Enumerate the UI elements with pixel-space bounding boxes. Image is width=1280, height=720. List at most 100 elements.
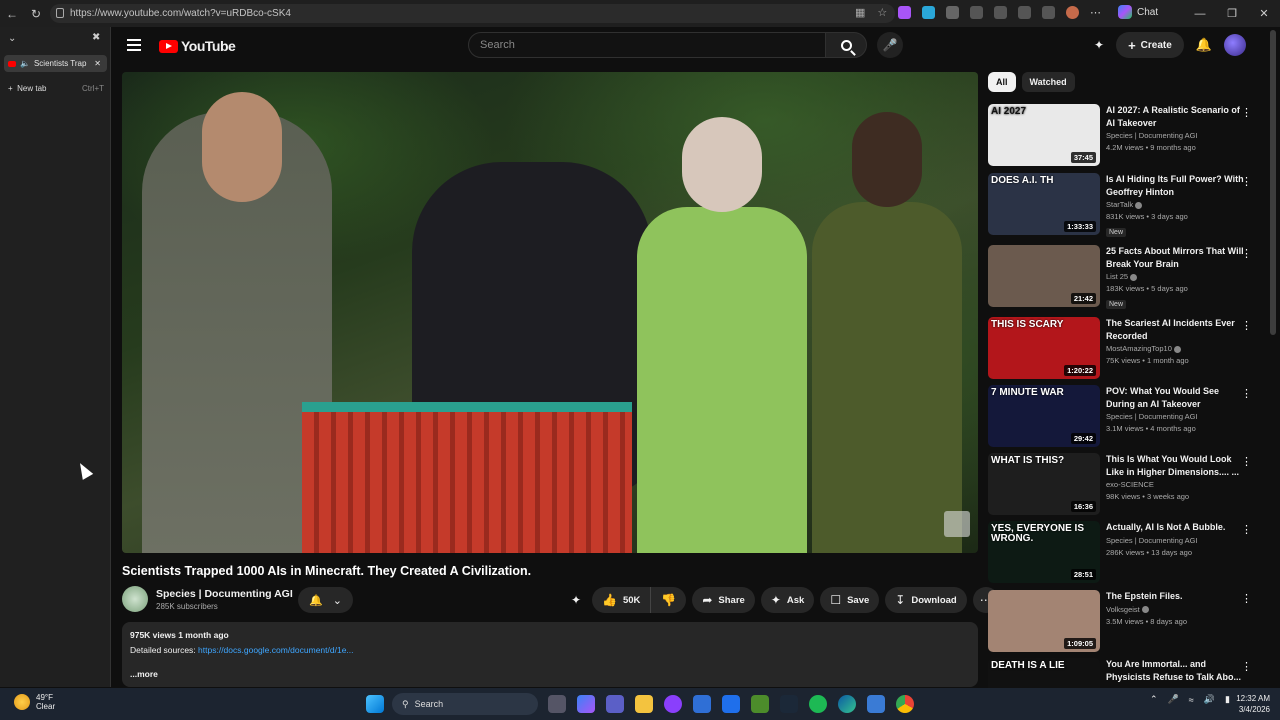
- video-thumbnail[interactable]: 21:42: [988, 245, 1100, 307]
- show-more-button[interactable]: ...more: [130, 669, 970, 679]
- app-available-icon[interactable]: ▦: [855, 6, 865, 19]
- file-explorer-icon[interactable]: [635, 695, 653, 713]
- reload-icon[interactable]: ↻: [24, 0, 48, 27]
- more-options-icon[interactable]: ⋮: [1241, 455, 1252, 468]
- extension-icon[interactable]: [922, 6, 935, 19]
- search-input[interactable]: Search: [468, 32, 826, 58]
- recommended-channel[interactable]: List 25: [1106, 272, 1128, 281]
- video-thumbnail[interactable]: 1:09:05: [988, 590, 1100, 652]
- recommended-channel[interactable]: Species | Documenting AGI: [1106, 536, 1198, 545]
- share-button[interactable]: ➦ Share: [692, 587, 755, 613]
- recommended-video[interactable]: WHAT IS THIS? 16:36 This Is What You Would…: [988, 453, 1260, 515]
- chevron-up-icon[interactable]: ⌃: [1150, 694, 1158, 705]
- close-icon[interactable]: ✕: [1248, 0, 1280, 27]
- recommended-video[interactable]: DOES A.I. TH 1:33:33 Is AI Hiding Its Full…: [988, 173, 1260, 238]
- recommended-channel[interactable]: Species | Documenting AGI: [1106, 412, 1198, 421]
- notepad-icon[interactable]: [867, 695, 885, 713]
- video-thumbnail[interactable]: WHAT IS THIS? 16:36: [988, 453, 1100, 515]
- recommended-channel[interactable]: Species | Documenting AGI: [1106, 131, 1198, 140]
- recommended-video[interactable]: 7 MINUTE WAR 29:42 POV: What You Would See…: [988, 385, 1260, 447]
- favorite-star-icon[interactable]: ☆: [877, 6, 887, 19]
- more-options-icon[interactable]: ⋮: [1241, 247, 1252, 260]
- more-options-icon[interactable]: ⋮: [1241, 660, 1252, 673]
- mic-icon[interactable]: 🎤: [1168, 694, 1179, 705]
- recommended-title[interactable]: Is AI Hiding Its Full Power? With Geoffr…: [1106, 173, 1246, 198]
- more-options-icon[interactable]: ⋮: [1241, 319, 1252, 332]
- new-tab-button[interactable]: + New tab Ctrl+T: [8, 84, 104, 93]
- recommended-title[interactable]: The Scariest AI Incidents Ever Recorded: [1106, 317, 1246, 342]
- profile-icon[interactable]: [1066, 6, 1079, 19]
- extensions-puzzle-icon[interactable]: [970, 6, 983, 19]
- back-icon[interactable]: ←: [0, 0, 24, 27]
- shield-icon[interactable]: [946, 6, 959, 19]
- channel-name[interactable]: Species | Documenting AGI: [156, 588, 293, 600]
- recommended-title[interactable]: POV: What You Would See During an AI Tak…: [1106, 385, 1246, 410]
- minecraft-icon[interactable]: [751, 695, 769, 713]
- more-options-icon[interactable]: ⋮: [1241, 175, 1252, 188]
- address-bar[interactable]: https://www.youtube.com/watch?v=uRDBco-c…: [50, 4, 895, 23]
- menu-icon[interactable]: [127, 39, 141, 51]
- speaker-icon[interactable]: 🔈: [20, 59, 30, 68]
- chrome-icon[interactable]: [896, 695, 914, 713]
- weather-widget[interactable]: 49°F Clear: [14, 693, 55, 711]
- spotify-icon[interactable]: [809, 695, 827, 713]
- recommended-video[interactable]: 21:42 25 Facts About Mirrors That Will Br…: [988, 245, 1260, 310]
- task-view-icon[interactable]: [548, 695, 566, 713]
- pin-icon[interactable]: ✖: [92, 32, 100, 43]
- voice-search-button[interactable]: 🎤: [877, 32, 903, 58]
- windows-start-icon[interactable]: [366, 695, 384, 713]
- clock[interactable]: 12:32 AM 3/4/2026: [1228, 693, 1270, 715]
- scrollbar[interactable]: [1270, 30, 1276, 335]
- channel-avatar[interactable]: [122, 586, 148, 612]
- video-player[interactable]: [122, 72, 978, 553]
- ai-summary-icon[interactable]: ✦: [566, 587, 586, 613]
- messenger-icon[interactable]: [664, 695, 682, 713]
- store-icon[interactable]: [722, 695, 740, 713]
- download-button[interactable]: ↧ Download: [885, 587, 967, 613]
- more-options-icon[interactable]: ⋮: [1241, 592, 1252, 605]
- subscription-notifications-button[interactable]: 🔔 ⌄: [298, 587, 353, 613]
- notifications-bell-icon[interactable]: 🔔: [1196, 37, 1212, 53]
- collapse-tabs-icon[interactable]: ⌄: [8, 33, 16, 44]
- recommended-video[interactable]: AI 2027 37:45 AI 2027: A Realistic Scenari…: [988, 104, 1260, 166]
- more-options-icon[interactable]: ⋮: [1241, 387, 1252, 400]
- recommended-channel[interactable]: StarTalk: [1106, 200, 1133, 209]
- chip-all[interactable]: All: [988, 72, 1016, 92]
- volume-icon[interactable]: 🔊: [1204, 694, 1215, 705]
- minimize-icon[interactable]: —: [1184, 0, 1216, 27]
- wifi-icon[interactable]: ≈: [1189, 695, 1194, 705]
- sources-link[interactable]: https://docs.google.com/document/d/1e...: [198, 645, 353, 655]
- copilot-chat-button[interactable]: Chat: [1118, 5, 1158, 19]
- recommended-video[interactable]: THIS IS SCARY 1:20:22 The Scariest AI Inci…: [988, 317, 1260, 379]
- video-thumbnail[interactable]: YES, EVERYONE IS WRONG. 28:51: [988, 521, 1100, 583]
- recommended-video[interactable]: YES, EVERYONE IS WRONG. 28:51 Actually, AI…: [988, 521, 1260, 583]
- close-tab-icon[interactable]: ✕: [94, 59, 101, 68]
- recommended-title[interactable]: AI 2027: A Realistic Scenario of AI Take…: [1106, 104, 1246, 129]
- search-button[interactable]: [825, 32, 867, 58]
- extension-icon[interactable]: [898, 6, 911, 19]
- recommended-channel[interactable]: exo-SCIENCE: [1106, 480, 1154, 489]
- recommended-channel[interactable]: MostAmazingTop10: [1106, 344, 1172, 353]
- save-button[interactable]: ☐ Save: [820, 587, 880, 613]
- video-thumbnail[interactable]: DOES A.I. TH 1:33:33: [988, 173, 1100, 235]
- description-box[interactable]: 975K views 1 month ago Detailed sources:…: [122, 622, 978, 687]
- recommended-video[interactable]: 1:09:05 The Epstein Files. Volksgeist 3.5M …: [988, 590, 1260, 652]
- chip-watched[interactable]: Watched: [1021, 72, 1075, 92]
- recommended-title[interactable]: This Is What You Would Look Like in High…: [1106, 453, 1246, 478]
- extension-icon[interactable]: [994, 6, 1007, 19]
- video-thumbnail[interactable]: THIS IS SCARY 1:20:22: [988, 317, 1100, 379]
- restore-icon[interactable]: ❐: [1216, 0, 1248, 27]
- steam-icon[interactable]: [780, 695, 798, 713]
- ask-button[interactable]: ✦ Ask: [760, 587, 815, 613]
- more-menu-icon[interactable]: ⋯: [1090, 6, 1103, 19]
- avatar[interactable]: [1223, 34, 1246, 56]
- video-thumbnail[interactable]: 7 MINUTE WAR 29:42: [988, 385, 1100, 447]
- collections-icon[interactable]: [1018, 6, 1031, 19]
- more-options-icon[interactable]: ⋮: [1241, 523, 1252, 536]
- youtube-logo[interactable]: YouTube: [159, 38, 236, 54]
- recommended-title[interactable]: Actually, AI Is Not A Bubble.: [1106, 521, 1246, 534]
- history-icon[interactable]: [1042, 6, 1055, 19]
- recommended-channel[interactable]: Volksgeist: [1106, 605, 1140, 614]
- pen-icon[interactable]: [693, 695, 711, 713]
- recommended-title[interactable]: 25 Facts About Mirrors That Will Break Y…: [1106, 245, 1246, 270]
